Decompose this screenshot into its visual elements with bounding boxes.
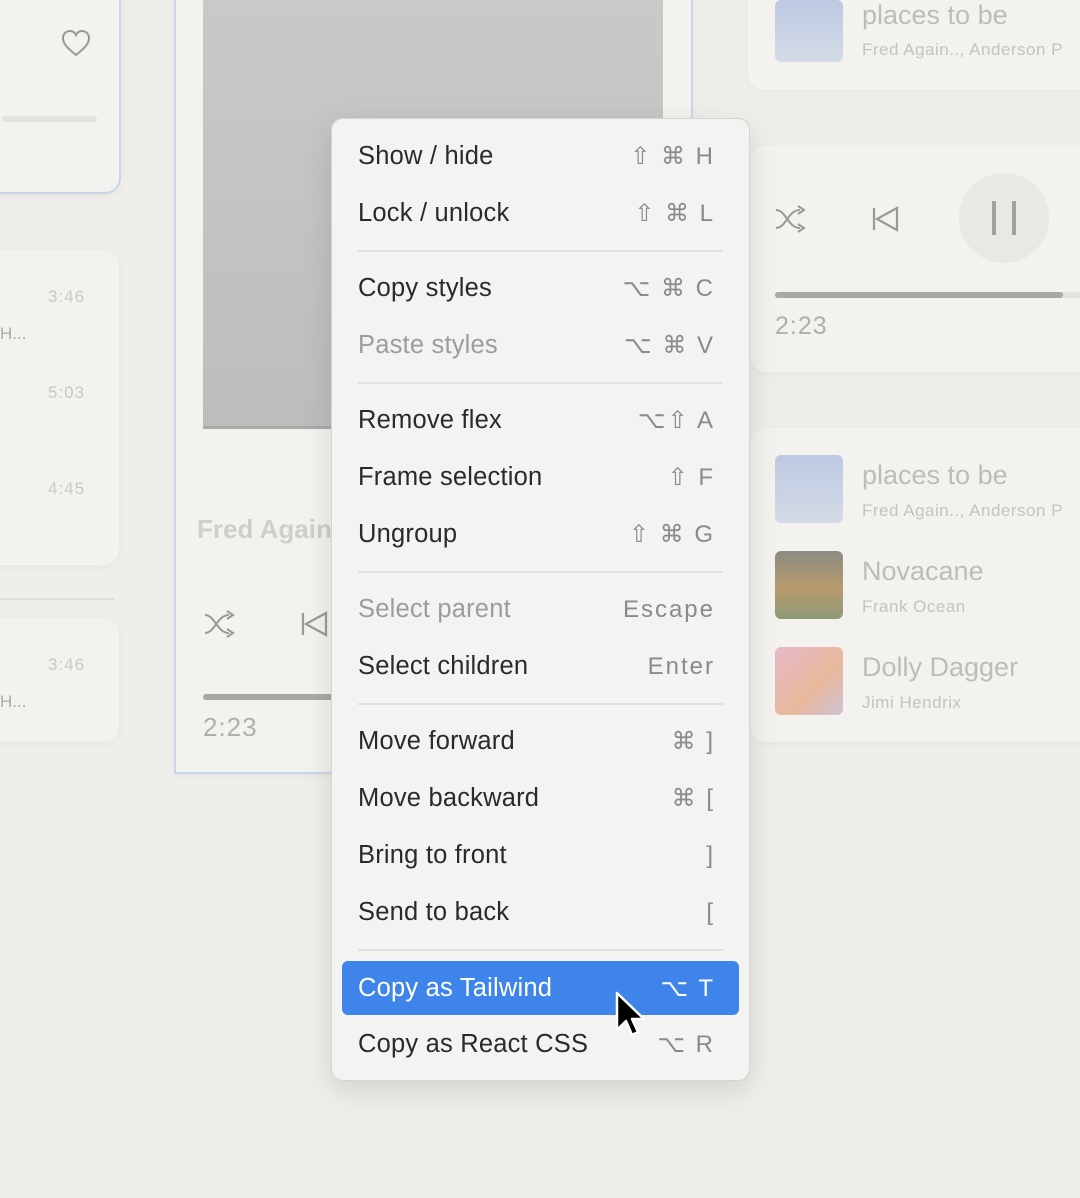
right-player-card: 2:23 (750, 145, 1080, 372)
menu-item-shortcut: ⌥⇧ A (638, 406, 715, 435)
separator-line (358, 949, 723, 951)
menu-separator (342, 374, 739, 392)
menu-item-label: Remove flex (358, 406, 502, 435)
menu-item-ungroup[interactable]: Ungroup ⇧ ⌘ G (342, 506, 739, 563)
artist-name: Fred Again (197, 514, 332, 545)
menu-item-shortcut: ⌥ ⌘ V (624, 331, 715, 360)
context-menu: Show / hide ⇧ ⌘ H Lock / unlock ⇧ ⌘ L Copy s… (331, 118, 750, 1081)
heart-icon[interactable] (60, 28, 92, 58)
track-artist: H... (0, 324, 26, 344)
progress-bar[interactable] (775, 292, 1080, 298)
track-artist: Frank Ocean (862, 597, 966, 617)
menu-item-shortcut: ⌥ T (660, 974, 715, 1003)
menu-item-label: Select children (358, 652, 528, 681)
track-title[interactable]: places to be (862, 460, 1008, 491)
menu-item-shortcut: ⇧ ⌘ H (630, 142, 715, 171)
menu-item-copy-styles[interactable]: Copy styles ⌥ ⌘ C (342, 260, 739, 317)
menu-item-frame-selection[interactable]: Frame selection ⇧ F (342, 449, 739, 506)
mouse-cursor-icon (612, 990, 652, 1040)
menu-item-shortcut: ⌥ R (657, 1030, 715, 1059)
pause-button[interactable] (959, 173, 1049, 263)
menu-separator (342, 941, 739, 959)
menu-item-paste-styles[interactable]: Paste styles ⌥ ⌘ V (342, 317, 739, 374)
separator-line (358, 382, 723, 384)
track-title[interactable]: Novacane (862, 556, 984, 587)
album-art (775, 0, 843, 62)
left-top-card[interactable] (0, 0, 121, 194)
track-title[interactable]: Dolly Dagger (862, 652, 1018, 683)
track-artist: Jimi Hendrix (862, 693, 962, 713)
track-artist: Fred Again.., Anderson P (862, 501, 1063, 521)
menu-item-shortcut: ⌥ ⌘ C (623, 274, 715, 303)
menu-item-select-parent[interactable]: Select parent Escape (342, 581, 739, 638)
progress-fill (775, 292, 1063, 298)
separator-line (358, 250, 723, 252)
menu-separator (342, 242, 739, 260)
divider (0, 598, 114, 600)
menu-item-select-children[interactable]: Select children Enter (342, 638, 739, 695)
shuffle-icon[interactable] (774, 204, 810, 234)
menu-separator (342, 695, 739, 713)
menu-item-copy-as-tailwind[interactable]: Copy as Tailwind ⌥ T (342, 961, 739, 1015)
left-tracklist-card: 3:46 H... 5:03 4:45 (0, 250, 119, 565)
album-art (775, 455, 843, 523)
left-bottom-card: 3:46 H... (0, 618, 119, 742)
separator-line (358, 703, 723, 705)
menu-item-remove-flex[interactable]: Remove flex ⌥⇧ A (342, 392, 739, 449)
track-time: 3:46 (48, 287, 85, 307)
menu-item-label: Move forward (358, 727, 515, 756)
previous-icon[interactable] (300, 611, 328, 637)
menu-item-lock-unlock[interactable]: Lock / unlock ⇧ ⌘ L (342, 185, 739, 242)
menu-item-label: Lock / unlock (358, 199, 509, 228)
menu-item-shortcut: ⌘ ] (672, 727, 715, 756)
progress-bar[interactable] (203, 694, 343, 700)
menu-item-shortcut: ⇧ F (668, 463, 715, 492)
menu-item-send-to-back[interactable]: Send to back [ (342, 884, 739, 941)
menu-item-shortcut: ] (706, 842, 715, 870)
track-time: 3:46 (48, 655, 85, 675)
separator-line (358, 571, 723, 573)
menu-item-move-backward[interactable]: Move backward ⌘ [ (342, 770, 739, 827)
menu-item-shortcut: ⇧ ⌘ L (634, 199, 715, 228)
track-artist: Fred Again.., Anderson P (862, 40, 1063, 60)
playlist-card: places to be Fred Again.., Anderson P No… (750, 428, 1080, 742)
menu-item-label: Send to back (358, 898, 509, 927)
previous-icon[interactable] (871, 206, 899, 232)
menu-item-bring-to-front[interactable]: Bring to front] (342, 827, 739, 884)
track-artist: H... (0, 692, 26, 712)
menu-item-label: Ungroup (358, 520, 457, 549)
menu-item-shortcut: ⇧ ⌘ G (629, 520, 715, 549)
menu-item-label: Copy as Tailwind (358, 974, 552, 1003)
menu-separator (342, 563, 739, 581)
menu-item-label: Bring to front (358, 841, 507, 870)
menu-item-shortcut: Enter (648, 653, 715, 681)
track-title: places to be (862, 0, 1008, 31)
track-time: 5:03 (48, 383, 85, 403)
menu-item-label: Paste styles (358, 331, 498, 360)
menu-item-shortcut: ⌘ [ (672, 784, 715, 813)
menu-item-shortcut: [ (706, 899, 715, 927)
menu-item-label: Frame selection (358, 463, 542, 492)
album-art (775, 551, 843, 619)
progress-track (2, 116, 97, 122)
menu-item-label: Show / hide (358, 142, 493, 171)
menu-item-label: Copy as React CSS (358, 1030, 588, 1059)
elapsed-time: 2:23 (775, 312, 828, 341)
shuffle-icon[interactable] (203, 609, 239, 639)
menu-item-shortcut: Escape (623, 596, 715, 624)
elapsed-time: 2:23 (203, 712, 258, 743)
menu-item-label: Move backward (358, 784, 539, 813)
menu-item-copy-as-react-css[interactable]: Copy as React CSS ⌥ R (342, 1016, 739, 1073)
track-time: 4:45 (48, 479, 85, 499)
album-art (775, 647, 843, 715)
menu-item-label: Select parent (358, 595, 511, 624)
pause-icon (992, 201, 1016, 235)
menu-item-label: Copy styles (358, 274, 492, 303)
menu-item-move-forward[interactable]: Move forward ⌘ ] (342, 713, 739, 770)
top-track-card[interactable]: places to be Fred Again.., Anderson P (748, 0, 1080, 90)
menu-item-show-hide[interactable]: Show / hide ⇧ ⌘ H (342, 128, 739, 185)
